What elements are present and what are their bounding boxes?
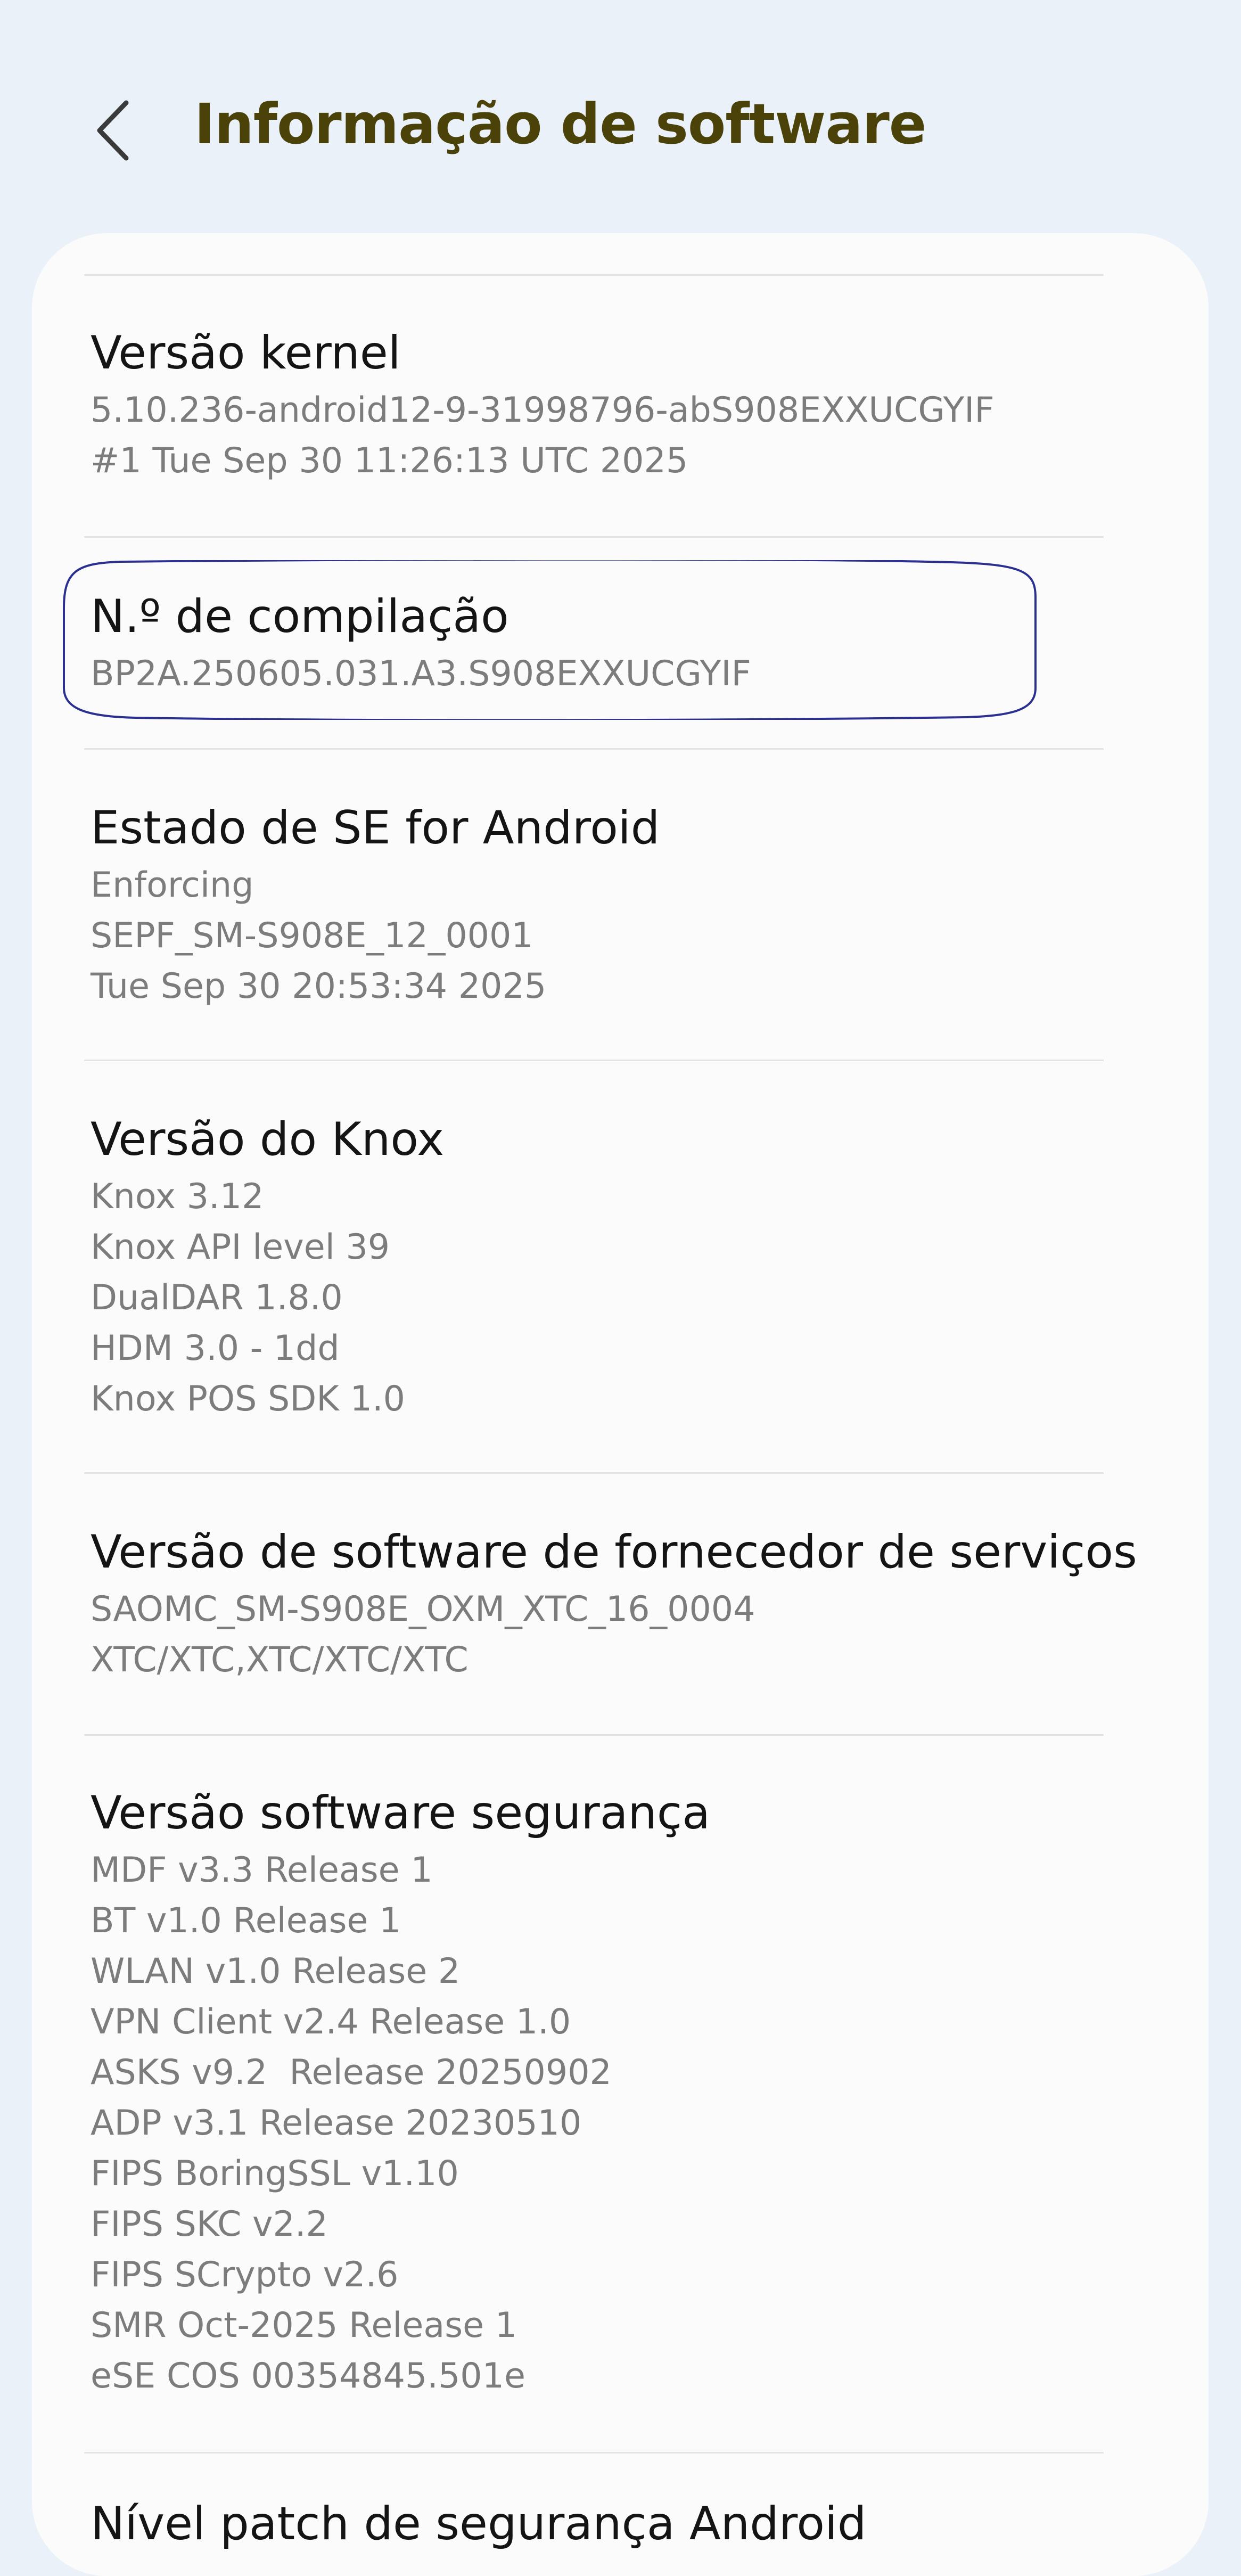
list-item-knox-version[interactable]: Versão do Knox Knox 3.12 Knox API level …: [91, 1107, 1113, 1424]
app-header: Informação de software: [0, 0, 1241, 234]
divider: [84, 2452, 1104, 2454]
item-value: Tue Sep 30 20:53:34 2025: [91, 966, 547, 1006]
item-title: N.º de compilação: [91, 590, 509, 643]
item-value: SEPF_SM-S908E_12_0001: [91, 916, 533, 956]
item-value: ASKS v9.2 Release 20250902: [91, 2053, 612, 2093]
item-value: 5.10.236-android12-9-31998796-abS908EXXU…: [91, 390, 995, 430]
divider: [84, 1734, 1104, 1736]
item-title: Estado de SE for Android: [91, 801, 660, 855]
item-value: HDM 3.0 - 1dd: [91, 1328, 340, 1368]
list-item-service-provider-software[interactable]: Versão de software de fornecedor de serv…: [91, 1520, 1137, 1685]
item-value: VPN Client v2.4 Release 1.0: [91, 2002, 571, 2042]
divider: [84, 536, 1104, 538]
divider: [84, 274, 1104, 276]
item-value: BP2A.250605.031.A3.S908EXXUCGYIF: [91, 654, 751, 694]
item-title: Versão de software de fornecedor de serv…: [91, 1525, 1137, 1579]
page-title: Informação de software: [194, 92, 926, 157]
divider: [84, 1472, 1104, 1474]
item-value: ADP v3.1 Release 20230510: [91, 2103, 582, 2143]
item-value: WLAN v1.0 Release 2: [91, 1951, 461, 1991]
divider: [84, 1060, 1104, 1061]
item-value: FIPS SKC v2.2: [91, 2204, 328, 2244]
item-value: Enforcing: [91, 865, 254, 905]
item-value: DualDAR 1.8.0: [91, 1278, 343, 1318]
item-value: Knox API level 39: [91, 1227, 390, 1267]
item-value: FIPS BoringSSL v1.10: [91, 2154, 459, 2194]
back-button[interactable]: [80, 85, 149, 170]
item-value: FIPS SCrypto v2.6: [91, 2255, 399, 2295]
item-title: Versão do Knox: [91, 1113, 445, 1166]
item-title: Versão software segurança: [91, 1786, 710, 1840]
list-item-build-number[interactable]: N.º de compilação BP2A.250605.031.A3.S90…: [91, 585, 1113, 699]
item-value: eSE COS 00354845.501e: [91, 2356, 526, 2396]
item-title: Nível patch de segurança Android: [91, 2497, 867, 2550]
item-value: Knox 3.12: [91, 1177, 264, 1217]
chevron-left-icon: [97, 100, 129, 161]
item-value: SMR Oct-2025 Release 1: [91, 2306, 517, 2345]
item-value: BT v1.0 Release 1: [91, 1901, 401, 1941]
divider: [84, 748, 1104, 750]
item-value: SAOMC_SM-S908E_OXM_XTC_16_0004: [91, 1589, 755, 1629]
item-value: XTC/XTC,XTC/XTC/XTC: [91, 1640, 469, 1680]
list-item-kernel-version[interactable]: Versão kernel 5.10.236-android12-9-31998…: [91, 321, 1113, 486]
list-item-se-android-status[interactable]: Estado de SE for Android Enforcing SEPF_…: [91, 796, 1113, 1012]
list-item-security-software[interactable]: Versão software segurança MDF v3.3 Relea…: [91, 1781, 1113, 2401]
item-value: MDF v3.3 Release 1: [91, 1850, 433, 1890]
item-value: Knox POS SDK 1.0: [91, 1379, 405, 1419]
list-item-android-security-patch[interactable]: Nível patch de segurança Android: [91, 2492, 1113, 2556]
item-title: Versão kernel: [91, 326, 401, 380]
item-value: #1 Tue Sep 30 11:26:13 UTC 2025: [91, 441, 688, 481]
